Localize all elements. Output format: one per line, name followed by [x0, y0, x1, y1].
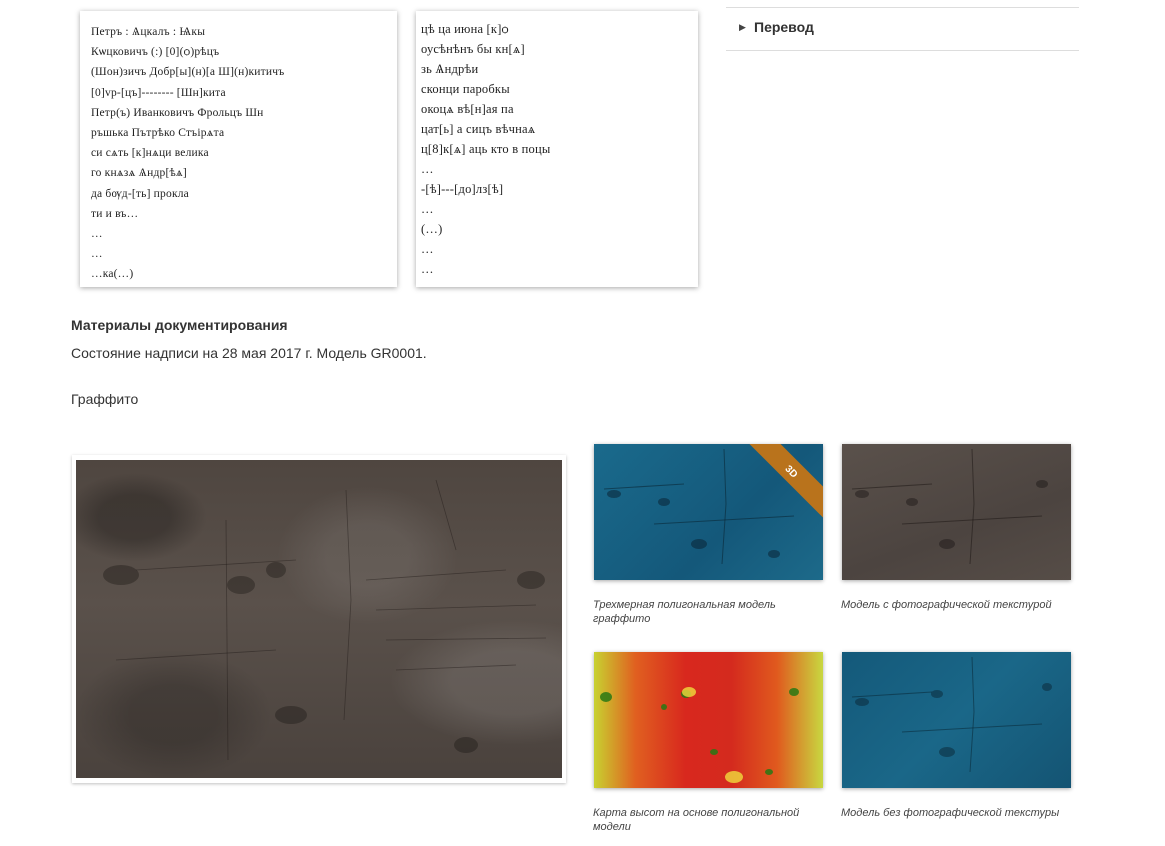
inscription-line: го кнѧзѧ Ѧндр[ѣѧ]	[91, 167, 187, 180]
3d-badge-label: 3D	[782, 463, 800, 481]
inscription-lines-right: цѣ ца июна [к]ѻ оусѣнѣнъ бы кн[ѧ] зь Ѧндрѣ…	[421, 19, 550, 279]
inscription-line: …	[421, 202, 434, 216]
inscription-line: …	[91, 248, 103, 261]
inscription-line: [0]vр-[цъ]-------- [Шн]кита	[91, 86, 226, 99]
inscription-line: да бѹд-[ть] прокла	[91, 187, 189, 200]
inscription-line: цат[ь] а сицъ вѣчнаѧ	[421, 122, 536, 136]
inscription-line: окоцѧ вѣ[н]ая па	[421, 102, 514, 116]
thumbnail-3d-model[interactable]: 3D	[594, 444, 823, 580]
inscription-line: цѣ ца июна [к]ѻ	[421, 22, 509, 36]
inscription-line: ръшька Пътрѣко Стъiрѧта	[91, 127, 225, 140]
materials-heading: Материалы документирования	[71, 317, 288, 333]
graffiti-photo[interactable]	[76, 460, 562, 778]
inscription-line: …ка(…)	[91, 268, 134, 281]
inscription-line: …	[91, 228, 103, 241]
model-surface-untextured	[851, 656, 1052, 773]
inscription-line: си сѧть [к]нѧци велика	[91, 147, 209, 160]
inscription-line: оусѣнѣнъ бы кн[ѧ]	[421, 42, 525, 56]
inscription-lines-left: Петръ : Ѧцкалъ : Ѩкы Кѡцковичъ (:) [0](ѻ)…	[91, 22, 284, 285]
thumbnail-caption: Модель без фотографической текстуры	[841, 807, 1060, 819]
inscription-line: ти и въ…	[91, 207, 139, 220]
inscription-line: Петръ : Ѧцкалъ : Ѩкы	[91, 26, 206, 38]
thumbnail-textured-model[interactable]	[842, 444, 1071, 580]
translation-label: Перевод	[754, 19, 814, 35]
inscription-card-right: цѣ ца июна [к]ѻ оусѣнѣнъ бы кн[ѧ] зь Ѧндрѣ…	[416, 11, 698, 287]
model-surface-textured	[851, 448, 1048, 565]
inscription-line: …	[421, 162, 434, 176]
inscription-state-text: Состояние надписи на 28 мая 2017 г. Моде…	[71, 345, 427, 361]
inscription-line: (…)	[421, 222, 443, 236]
inscription-line: ц[8]к[ѧ] аць кто в поцы	[421, 142, 551, 156]
thumbnail-caption: Трехмерная полигональная модель граффито	[593, 599, 776, 625]
inscription-line: …	[421, 242, 434, 256]
graffiti-photo-frame[interactable]	[72, 455, 566, 783]
inscription-card-left: Петръ : Ѧцкалъ : Ѩкы Кѡцковичъ (:) [0](ѻ)…	[80, 11, 397, 287]
inscription-line: (Шон)зичъ Добр[ы](н)[а Ш](н)китичъ	[91, 66, 285, 79]
inscription-line: зь Ѧндрѣи	[421, 62, 479, 76]
inscription-line: сконци паробкы	[421, 82, 510, 96]
graffiti-scratches	[103, 479, 547, 761]
inscription-line: …	[421, 262, 434, 276]
thumbnail-untextured-model[interactable]	[842, 652, 1071, 788]
inscription-line: -[ѣ]---[до]лз[ѣ]	[421, 182, 504, 196]
translation-toggle[interactable]: ▶ Перевод	[726, 7, 1079, 51]
thumbnail-height-map[interactable]	[594, 652, 823, 788]
height-map-surface	[600, 687, 799, 783]
graffiti-label: Граффито	[71, 391, 139, 407]
inscription-line: Петр(ъ) Иванковичъ Фрольцъ Шн	[91, 106, 264, 119]
caret-right-icon: ▶	[739, 22, 746, 32]
thumbnail-caption: Модель с фотографической текстурой	[841, 599, 1052, 611]
inscription-line: Кѡцковичъ (:) [0](ѻ)рѣцъ	[91, 46, 220, 59]
thumbnail-caption: Карта высот на основе полигональной моде…	[593, 807, 800, 833]
